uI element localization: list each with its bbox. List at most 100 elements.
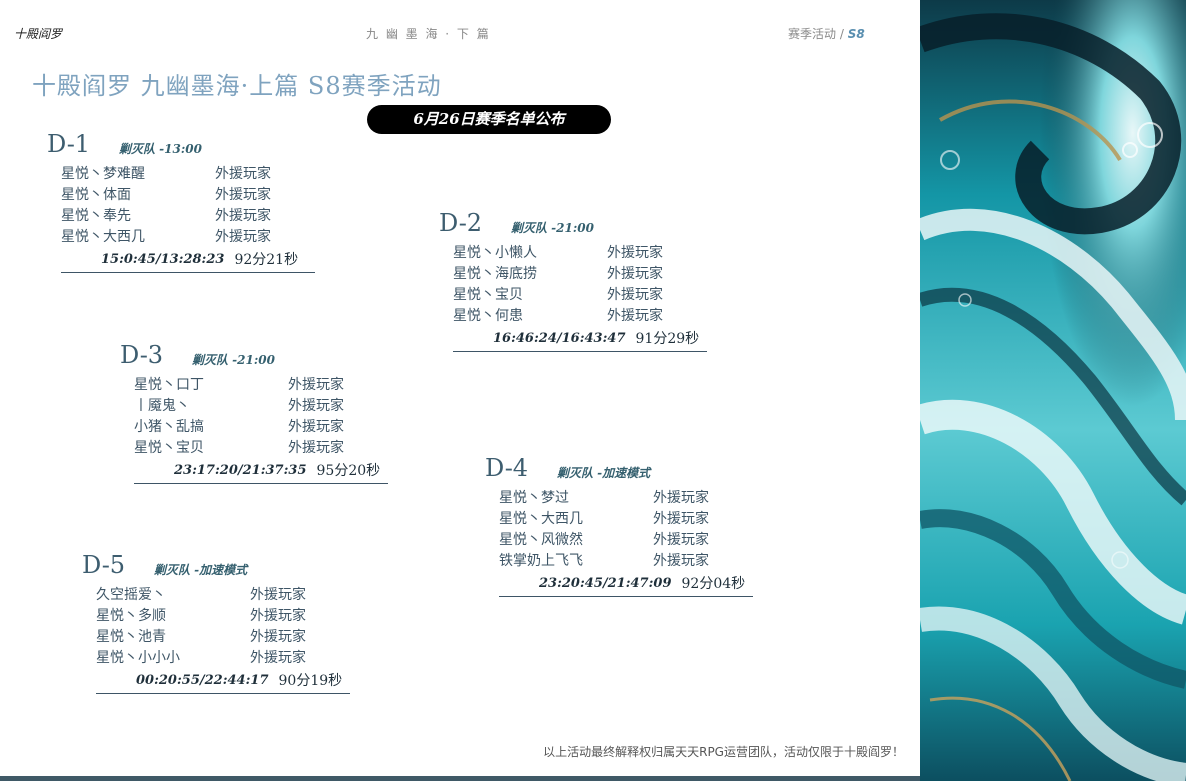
list-item: 星悦丶大西几 外援玩家 — [61, 225, 307, 246]
team-subtitle: 剿灭队 -加速模式 — [154, 563, 248, 577]
list-item: 铁掌奶上飞飞 外援玩家 — [499, 549, 745, 570]
player-name: 星悦丶宝贝 — [453, 286, 523, 303]
player-role: 外援玩家 — [215, 165, 271, 182]
player-role: 外援玩家 — [288, 397, 344, 414]
page-subtitle: 九 幽 墨 海 · 下 篇 — [366, 27, 491, 41]
player-role: 外援玩家 — [250, 628, 306, 645]
player-name: 星悦丶海底捞 — [453, 265, 537, 282]
announcement-badge: 6月26日赛季名单公布 — [367, 105, 611, 134]
breadcrumb-prefix: 赛季活动 / — [788, 27, 844, 41]
team-card-d5: D-5 剿灭队 -加速模式 久空摇爱丶 外援玩家 星悦丶多顺 外援玩家 星悦丶池青外… — [82, 551, 350, 694]
team-card-d4: D-4 剿灭队 -加速模式 星悦丶梦过 外援玩家 星悦丶大西几 外援玩家 星悦丶风微… — [485, 454, 753, 597]
player-name: 久空摇爱丶 — [96, 586, 166, 603]
player-name: 丨魇鬼丶 — [134, 397, 190, 414]
list-item: 星悦丶海底捞 外援玩家 — [453, 262, 699, 283]
player-name: 星悦丶多顺 — [96, 607, 166, 624]
team-subtitle: 剿灭队 -21:00 — [192, 353, 275, 367]
player-role: 外援玩家 — [215, 186, 271, 203]
team-code: D-4 — [485, 454, 529, 482]
player-role: 外援玩家 — [288, 376, 344, 393]
list-item: 星悦丶小小小 外援玩家 — [96, 646, 342, 667]
team-subtitle: 剿灭队 -13:00 — [119, 142, 202, 156]
list-item: 星悦丶池青 外援玩家 — [96, 625, 342, 646]
player-role: 外援玩家 — [288, 439, 344, 456]
team-result: 16:46:24/16:43:47 91分29秒 — [453, 325, 707, 352]
team-subtitle: 剿灭队 -加速模式 — [557, 466, 651, 480]
time-range: 23:20:45/21:47:09 — [539, 575, 672, 591]
list-item: 星悦丶多顺 外援玩家 — [96, 604, 342, 625]
player-name: 星悦丶何患 — [453, 307, 523, 324]
breadcrumb: 赛季活动 / S8 — [788, 25, 865, 42]
team-roster: 久空摇爱丶 外援玩家 星悦丶多顺 外援玩家 星悦丶池青 外援玩家 星悦丶小小小 外援玩家 — [96, 583, 342, 667]
list-item: 星悦丶宝贝 外援玩家 — [134, 436, 380, 457]
clear-duration: 90分19秒 — [278, 673, 343, 689]
brand-title: 十殿阎罗 — [14, 27, 63, 41]
page-title: 十殿阎罗 九幽墨海·上篇 S8赛季活动 — [32, 72, 442, 100]
player-name: 铁掌奶上飞飞 — [499, 552, 583, 569]
player-name: 星悦丶体面 — [61, 186, 131, 203]
player-role: 外援玩家 — [653, 552, 709, 569]
list-item: 星悦丶何患 外援玩家 — [453, 304, 699, 325]
player-role: 外援玩家 — [250, 649, 306, 666]
list-item: 星悦丶奉先 外援玩家 — [61, 204, 307, 225]
player-name: 星悦丶小小小 — [96, 649, 180, 666]
player-name: 小猪丶乱搞 — [134, 418, 204, 435]
player-name: 星悦丶池青 — [96, 628, 166, 645]
marble-artwork-image — [920, 0, 1186, 781]
team-result: 23:17:20/21:37:35 95分20秒 — [134, 457, 388, 484]
team-roster: 星悦丶小懒人 外援玩家 星悦丶海底捞 外援玩家 星悦丶宝贝 外援玩家 星悦丶何患 外援玩… — [453, 241, 699, 325]
player-role: 外援玩家 — [607, 307, 663, 324]
clear-duration: 95分20秒 — [316, 463, 381, 479]
player-role: 外援玩家 — [250, 586, 306, 603]
player-name: 星悦丶宝贝 — [134, 439, 204, 456]
team-code: D-2 — [439, 209, 483, 237]
team-code: D-3 — [120, 341, 164, 369]
list-item: 星悦丶梦难醒 外援玩家 — [61, 162, 307, 183]
team-subtitle: 剿灭队 -21:00 — [511, 221, 594, 235]
player-name: 星悦丶大西几 — [61, 228, 145, 245]
list-item: 星悦丶大西几 外援玩家 — [499, 507, 745, 528]
team-result: 23:20:45/21:47:09 92分04秒 — [499, 570, 753, 597]
team-code: D-5 — [82, 551, 126, 579]
footer-disclaimer: 以上活动最终解释权归属天天RPG运营团队，活动仅限于十殿阎罗！ — [543, 745, 904, 759]
time-range: 00:20:55/22:44:17 — [136, 672, 269, 688]
list-item: 星悦丶体面 外援玩家 — [61, 183, 307, 204]
list-item: 星悦丶风微然 外援玩家 — [499, 528, 745, 549]
team-code: D-1 — [47, 130, 91, 158]
player-role: 外援玩家 — [607, 244, 663, 261]
list-item: 星悦丶梦过 外援玩家 — [499, 486, 745, 507]
player-role: 外援玩家 — [653, 531, 709, 548]
team-roster: 星悦丶梦难醒 外援玩家 星悦丶体面 外援玩家 星悦丶奉先 外援玩家 星悦丶大西几 外援玩… — [61, 162, 307, 246]
list-item: 星悦丶宝贝 外援玩家 — [453, 283, 699, 304]
player-name: 星悦丶口丁 — [134, 376, 204, 393]
clear-duration: 92分21秒 — [234, 252, 299, 268]
player-role: 外援玩家 — [607, 265, 663, 282]
player-name: 星悦丶梦难醒 — [61, 165, 145, 182]
list-item: 星悦丶小懒人 外援玩家 — [453, 241, 699, 262]
player-role: 外援玩家 — [607, 286, 663, 303]
marble-swirl-graphic — [920, 0, 1186, 781]
player-role: 外援玩家 — [215, 228, 271, 245]
player-role: 外援玩家 — [288, 418, 344, 435]
player-name: 星悦丶小懒人 — [453, 244, 537, 261]
breadcrumb-season: S8 — [847, 27, 865, 41]
team-card-d1: D-1 剿灭队 -13:00 星悦丶梦难醒 外援玩家 星悦丶体面 外援玩家 星悦丶奉… — [47, 130, 315, 273]
player-role: 外援玩家 — [215, 207, 271, 224]
team-card-d2: D-2 剿灭队 -21:00 星悦丶小懒人 外援玩家 星悦丶海底捞 外援玩家 星悦丶… — [439, 209, 707, 352]
time-range: 15:0:45/13:28:23 — [101, 251, 225, 267]
player-role: 外援玩家 — [653, 489, 709, 506]
team-result: 00:20:55/22:44:17 90分19秒 — [96, 667, 350, 694]
player-name: 星悦丶大西几 — [499, 510, 583, 527]
player-name: 星悦丶梦过 — [499, 489, 569, 506]
clear-duration: 92分04秒 — [681, 576, 746, 592]
player-role: 外援玩家 — [653, 510, 709, 527]
player-name: 星悦丶风微然 — [499, 531, 583, 548]
list-item: 星悦丶口丁 外援玩家 — [134, 373, 380, 394]
time-range: 23:17:20/21:37:35 — [174, 462, 307, 478]
list-item: 久空摇爱丶 外援玩家 — [96, 583, 342, 604]
clear-duration: 91分29秒 — [635, 331, 700, 347]
time-range: 16:46:24/16:43:47 — [493, 330, 626, 346]
team-roster: 星悦丶口丁 外援玩家 丨魇鬼丶 外援玩家 小猪丶乱搞 外援玩家 星悦丶宝贝 外援玩家 — [134, 373, 380, 457]
player-role: 外援玩家 — [250, 607, 306, 624]
list-item: 丨魇鬼丶 外援玩家 — [134, 394, 380, 415]
